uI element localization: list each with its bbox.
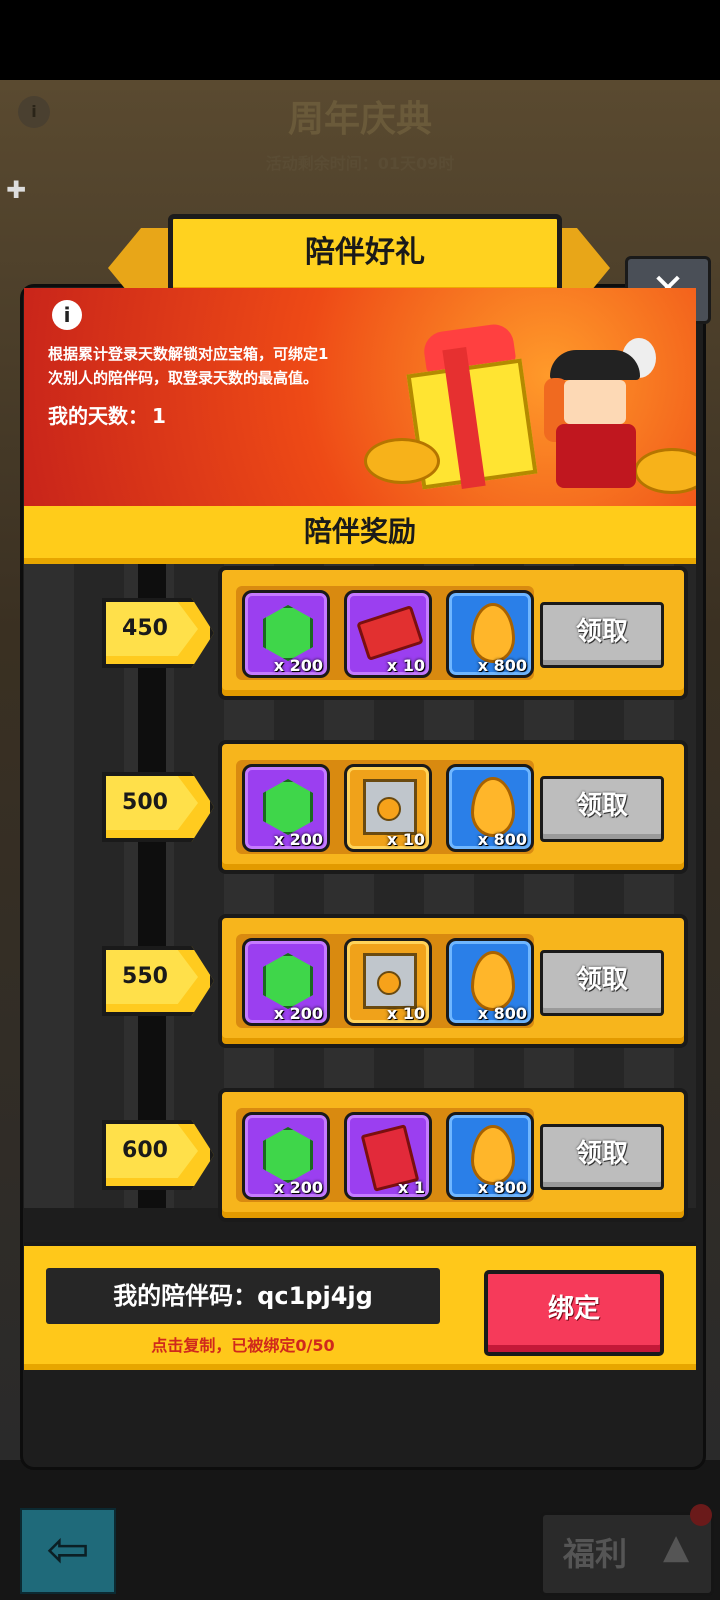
- reward-card: x 200 x 10 x 800 领取: [218, 914, 688, 1048]
- reward-item[interactable]: x 800: [446, 590, 534, 678]
- bind-button[interactable]: 绑定: [484, 1270, 664, 1356]
- claim-button[interactable]: 领取: [540, 1124, 664, 1190]
- claim-label: 领取: [575, 1139, 628, 1169]
- gold-coins-icon: [364, 438, 440, 484]
- reward-item[interactable]: x 800: [446, 938, 534, 1026]
- day-tag-label: 450: [122, 616, 168, 641]
- welfare-button[interactable]: 福利 ▲: [540, 1512, 714, 1596]
- claim-label: 领取: [575, 965, 628, 995]
- claim-button[interactable]: 领取: [540, 950, 664, 1016]
- green-gem-icon: [263, 1127, 313, 1183]
- item-count: x 200: [273, 1178, 323, 1197]
- reward-item[interactable]: x 200: [242, 1112, 330, 1200]
- crown-ticket-icon: [356, 605, 424, 661]
- reward-item[interactable]: x 200: [242, 938, 330, 1026]
- reward-items: x 200 x 1 x 800: [236, 1108, 534, 1202]
- my-days-value: 1: [152, 404, 166, 428]
- hat-icon: [550, 350, 640, 380]
- reward-row: 550 x 200 x 10 x 800 领取: [0, 914, 720, 1048]
- item-count: x 200: [273, 656, 323, 675]
- reward-items: x 200 x 10 x 800: [236, 760, 534, 854]
- status-bar-area: [0, 0, 720, 80]
- section-title: 陪伴奖励: [303, 515, 416, 548]
- reward-item[interactable]: x 10: [344, 590, 432, 678]
- chest-lock-icon: [377, 797, 401, 821]
- reward-row: 450 x 200 x 10 x 800 领取: [0, 566, 720, 700]
- face-icon: [564, 380, 626, 424]
- item-count: x 1: [397, 1178, 425, 1197]
- green-gem-icon: [263, 779, 313, 835]
- golden-flame-icon: [471, 603, 515, 663]
- mascot-character: [542, 338, 656, 490]
- my-code-box[interactable]: 我的陪伴码：qc1pj4jg: [46, 1268, 440, 1324]
- claim-button[interactable]: 领取: [540, 602, 664, 668]
- green-gem-icon: [263, 605, 313, 661]
- reward-item[interactable]: x 800: [446, 1112, 534, 1200]
- section-header: 陪伴奖励: [24, 506, 696, 564]
- rules-line-1: 根据累计登录天数解锁对应宝箱，可绑定1: [48, 345, 329, 363]
- reward-card: x 200 x 1 x 800 领取: [218, 1088, 688, 1222]
- popup-title: 陪伴好礼: [305, 235, 425, 270]
- chevron-up-icon: ▲: [663, 1527, 690, 1567]
- reward-item[interactable]: x 10: [344, 764, 432, 852]
- golden-flame-icon: [471, 1125, 515, 1185]
- event-countdown: 活动剩余时间：01天09时: [265, 154, 455, 173]
- reward-item[interactable]: x 200: [242, 590, 330, 678]
- reward-row: 600 x 200 x 1 x 800 领取: [0, 1088, 720, 1222]
- back-button[interactable]: ⇦: [20, 1508, 116, 1594]
- info-icon[interactable]: i: [52, 300, 82, 330]
- item-count: x 200: [273, 830, 323, 849]
- day-tag-label: 500: [122, 790, 168, 815]
- item-count: x 800: [477, 1178, 527, 1197]
- hero-banner: i 根据累计登录天数解锁对应宝箱，可绑定1 次别人的陪伴码，取登录天数的最高值。…: [24, 288, 696, 506]
- my-days-label: 我的天数：: [48, 404, 148, 428]
- my-code-text: 我的陪伴码：qc1pj4jg: [113, 1282, 373, 1310]
- coat-icon: [556, 424, 636, 488]
- bind-label: 绑定: [547, 1294, 600, 1324]
- item-count: x 800: [477, 1004, 527, 1023]
- reward-card: x 200 x 10 x 800 领取: [218, 740, 688, 874]
- puzzle-icon: ✚: [6, 176, 27, 204]
- welfare-label: 福利: [563, 1535, 628, 1573]
- item-count: x 200: [273, 1004, 323, 1023]
- reward-item[interactable]: x 1: [344, 1112, 432, 1200]
- reward-items: x 200 x 10 x 800: [236, 934, 534, 1028]
- chest-lock-icon: [377, 971, 401, 995]
- rules-description: 根据累计登录天数解锁对应宝箱，可绑定1 次别人的陪伴码，取登录天数的最高值。: [48, 342, 378, 390]
- claim-label: 领取: [575, 617, 628, 647]
- item-count: x 10: [386, 656, 425, 675]
- reward-items: x 200 x 10 x 800: [236, 586, 534, 680]
- golden-flame-icon: [471, 951, 515, 1011]
- notification-dot-icon: [690, 1504, 712, 1526]
- item-count: x 800: [477, 830, 527, 849]
- event-title: 周年庆典: [287, 99, 432, 140]
- reward-row: 500 x 200 x 10 x 800 领取: [0, 740, 720, 874]
- reward-item[interactable]: x 200: [242, 764, 330, 852]
- companion-code-footer: 我的陪伴码：qc1pj4jg 点击复制，已被绑定0/50 绑定: [24, 1242, 696, 1370]
- reward-item[interactable]: x 10: [344, 938, 432, 1026]
- golden-flame-icon: [471, 777, 515, 837]
- claim-button[interactable]: 领取: [540, 776, 664, 842]
- copy-hint: 点击复制，已被绑定0/50: [151, 1336, 335, 1355]
- rules-line-2: 次别人的陪伴码，取登录天数的最高值。: [48, 369, 319, 387]
- item-count: x 10: [386, 1004, 425, 1023]
- my-days: 我的天数： 1: [48, 400, 170, 429]
- claim-label: 领取: [575, 791, 628, 821]
- item-count: x 800: [477, 656, 527, 675]
- day-tag-label: 550: [122, 964, 168, 989]
- day-tag-label: 600: [122, 1138, 168, 1163]
- green-gem-icon: [263, 953, 313, 1009]
- item-count: x 10: [386, 830, 425, 849]
- reward-item[interactable]: x 800: [446, 764, 534, 852]
- reward-card: x 200 x 10 x 800 领取: [218, 566, 688, 700]
